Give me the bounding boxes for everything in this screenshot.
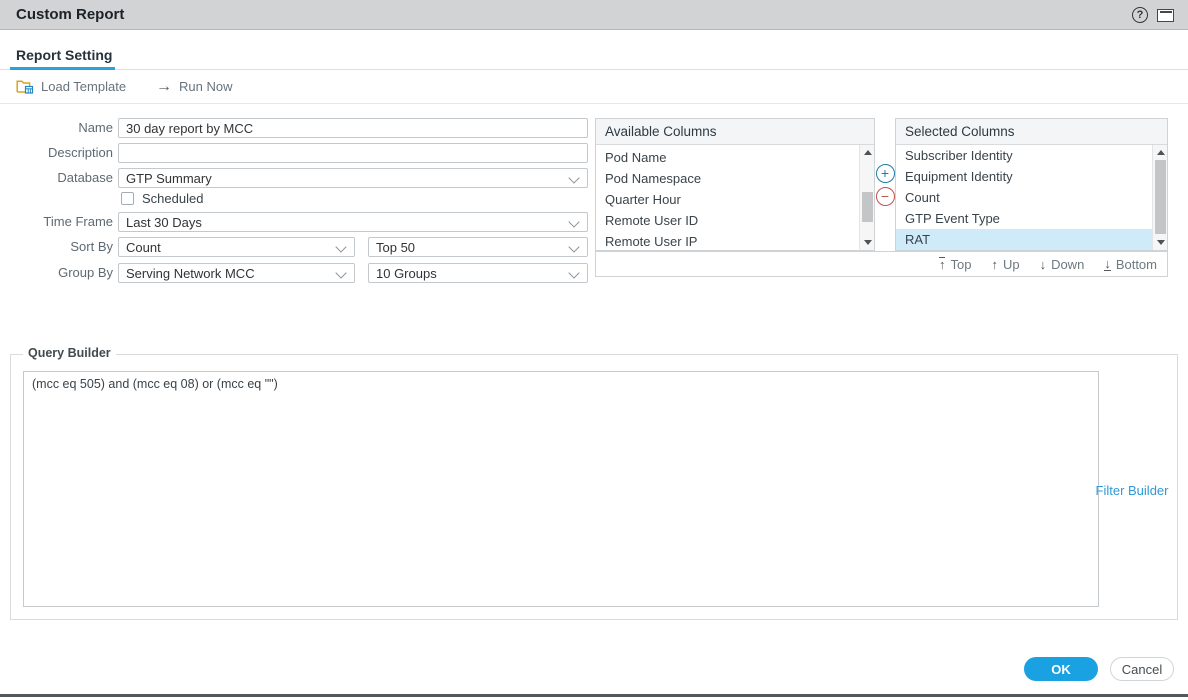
list-item[interactable]: RAT	[896, 229, 1152, 250]
selected-scrollbar[interactable]	[1152, 145, 1167, 250]
selected-columns-header: Selected Columns	[896, 119, 1167, 145]
group-by-select[interactable]: Serving Network MCC	[118, 263, 355, 283]
move-down-button[interactable]: ↓ Down	[1040, 257, 1085, 272]
move-up-button[interactable]: ↑ Up	[991, 257, 1019, 272]
description-input[interactable]	[118, 143, 588, 163]
database-value: GTP Summary	[126, 171, 212, 186]
list-item[interactable]: Quarter Hour	[596, 189, 859, 210]
sort-by-value: Count	[126, 240, 161, 255]
database-select[interactable]: GTP Summary	[118, 168, 588, 188]
window-icon[interactable]	[1157, 9, 1174, 22]
column-order-bar: ↑ Top ↑ Up ↓ Down ↓ Bottom	[595, 251, 1168, 277]
window-bottom-edge	[0, 694, 1188, 697]
scrollbar-thumb[interactable]	[1155, 160, 1166, 234]
scroll-down-icon[interactable]	[1153, 235, 1167, 250]
chevron-down-icon	[335, 241, 346, 252]
arrow-up-icon: ↑	[991, 258, 998, 271]
chevron-down-icon	[568, 172, 579, 183]
list-item[interactable]: Subscriber Identity	[896, 145, 1152, 166]
selected-columns-title: Selected Columns	[905, 124, 1015, 139]
available-columns-items: Pod NamePod NamespaceQuarter HourRemote …	[596, 147, 859, 250]
chevron-down-icon	[568, 267, 579, 278]
toolbar: Load Template → Run Now	[0, 70, 1188, 104]
run-now-label: Run Now	[179, 79, 232, 94]
available-columns-panel: Available Columns Pod NamePod NamespaceQ…	[595, 118, 875, 251]
description-label: Description	[10, 143, 113, 163]
move-up-label: Up	[1003, 257, 1020, 272]
load-template-label: Load Template	[41, 79, 126, 94]
chevron-down-icon	[568, 241, 579, 252]
move-bottom-label: Bottom	[1116, 257, 1157, 272]
ok-button[interactable]: OK	[1024, 657, 1098, 681]
help-icon[interactable]: ?	[1132, 7, 1148, 23]
sort-by-limit-select[interactable]: Top 50	[368, 237, 588, 257]
cancel-button[interactable]: Cancel	[1110, 657, 1174, 681]
scrollbar-thumb[interactable]	[862, 192, 873, 222]
custom-report-dialog: Custom Report ? Report Setting Load Temp…	[0, 0, 1188, 700]
move-top-button[interactable]: ↑ Top	[939, 257, 971, 272]
selected-columns-list-wrap: Subscriber IdentityEquipment IdentityCou…	[896, 145, 1167, 250]
load-template-icon	[16, 79, 34, 94]
available-columns-title: Available Columns	[605, 124, 717, 139]
title-bar: Custom Report ?	[0, 0, 1188, 30]
arrow-to-bottom-icon: ↓	[1104, 257, 1111, 271]
group-by-limit-select[interactable]: 10 Groups	[368, 263, 588, 283]
database-label: Database	[10, 168, 113, 188]
scheduled-label: Scheduled	[142, 190, 203, 207]
query-builder-legend: Query Builder	[23, 346, 116, 360]
scheduled-checkbox[interactable]	[121, 192, 134, 205]
chevron-down-icon	[335, 267, 346, 278]
time-frame-label: Time Frame	[10, 212, 113, 232]
move-down-label: Down	[1051, 257, 1084, 272]
sort-by-select[interactable]: Count	[118, 237, 355, 257]
arrow-down-icon: ↓	[1040, 258, 1047, 271]
column-transfer-controls: + −	[875, 118, 895, 251]
tab-report-setting[interactable]: Report Setting	[16, 47, 112, 63]
sort-by-limit-value: Top 50	[376, 240, 415, 255]
time-frame-select[interactable]: Last 30 Days	[118, 212, 588, 232]
time-frame-value: Last 30 Days	[126, 215, 202, 230]
add-column-icon[interactable]: +	[876, 164, 895, 183]
available-scrollbar[interactable]	[859, 145, 874, 250]
list-item[interactable]: Remote User IP	[596, 231, 859, 250]
scroll-down-icon[interactable]	[860, 235, 874, 250]
scroll-up-icon[interactable]	[860, 145, 874, 160]
group-by-label: Group By	[10, 263, 113, 283]
selected-columns-panel: Selected Columns Subscriber IdentityEqui…	[895, 118, 1168, 251]
move-bottom-button[interactable]: ↓ Bottom	[1104, 257, 1157, 272]
run-now-button[interactable]: → Run Now	[156, 79, 232, 95]
sort-by-label: Sort By	[10, 237, 113, 257]
available-columns-list: Pod NamePod NamespaceQuarter HourRemote …	[596, 145, 874, 250]
remove-column-icon[interactable]: −	[876, 187, 895, 206]
list-item[interactable]: Remote User ID	[596, 210, 859, 231]
list-item[interactable]: Pod Name	[596, 147, 859, 168]
available-columns-header: Available Columns	[596, 119, 874, 145]
list-item[interactable]: Count	[896, 187, 1152, 208]
scroll-up-icon[interactable]	[1153, 145, 1167, 160]
filter-builder-link[interactable]: Filter Builder	[1091, 483, 1173, 498]
move-top-label: Top	[950, 257, 971, 272]
query-builder-group: Query Builder (mcc eq 505) and (mcc eq 0…	[10, 354, 1178, 620]
list-item[interactable]: GTP Event Type	[896, 208, 1152, 229]
name-input[interactable]	[118, 118, 588, 138]
list-item[interactable]: Pod Namespace	[596, 168, 859, 189]
query-input[interactable]: (mcc eq 505) and (mcc eq 08) or (mcc eq …	[23, 371, 1099, 607]
chevron-down-icon	[568, 216, 579, 227]
window-icon-bar	[1160, 11, 1172, 13]
load-template-button[interactable]: Load Template	[16, 79, 126, 94]
run-now-arrow-icon: →	[156, 79, 172, 95]
dialog-title: Custom Report	[16, 6, 124, 23]
name-label: Name	[10, 118, 113, 138]
list-item[interactable]: Equipment Identity	[896, 166, 1152, 187]
group-by-value: Serving Network MCC	[126, 266, 255, 281]
selected-columns-list: Subscriber IdentityEquipment IdentityCou…	[896, 145, 1152, 250]
group-by-limit-value: 10 Groups	[376, 266, 437, 281]
arrow-to-top-icon: ↑	[939, 257, 946, 271]
titlebar-icons: ?	[1132, 0, 1174, 30]
